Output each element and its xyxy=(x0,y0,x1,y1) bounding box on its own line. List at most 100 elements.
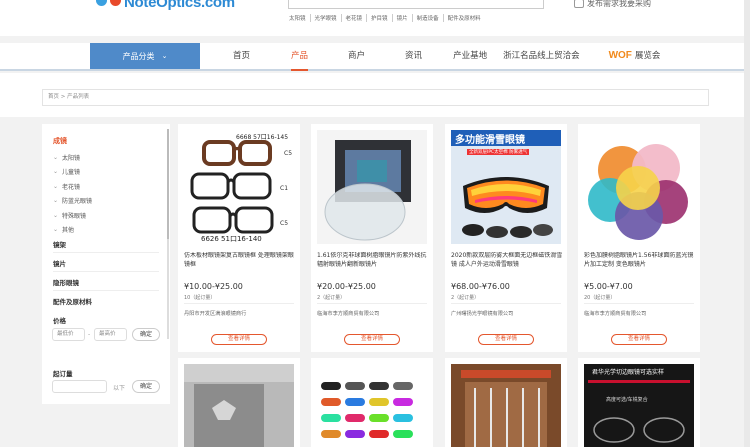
view-details-button[interactable]: 查看详情 xyxy=(344,334,400,345)
min-price-input[interactable]: 最低价 xyxy=(52,328,85,341)
hot-word[interactable]: 护目镜 xyxy=(366,14,392,22)
chevron-down-icon: ⌄ xyxy=(53,211,59,219)
sidebar-item-label: 防蓝光眼镜 xyxy=(62,198,93,206)
chevron-down-icon: ⌄ xyxy=(53,226,59,234)
nav-home[interactable]: 首页 xyxy=(233,43,250,69)
divider xyxy=(184,303,294,304)
chevron-down-icon: ⌄ xyxy=(53,153,59,161)
sidebar-heading-finished-glasses[interactable]: 成镜 xyxy=(53,136,67,146)
view-details-button[interactable]: 查看详情 xyxy=(211,334,267,345)
product-image[interactable] xyxy=(184,364,294,447)
price-separator: - xyxy=(88,331,91,338)
product-card[interactable] xyxy=(445,358,567,447)
post-request-link[interactable]: 发布需求我要采购 xyxy=(574,0,651,9)
chevron-down-icon: ⌄ xyxy=(161,52,168,60)
nav-expo[interactable]: WOF 展览会 xyxy=(609,43,661,69)
filter-sidebar: 成镜 ⌄ 太阳镜 ⌄ 儿童镜 ⌄ 老花镜 ⌄ 防蓝光眼镜 ⌄ 特殊眼镜 ⌄ 其他 镜架 镜片… xyxy=(42,124,170,404)
category-button[interactable]: 产品分类 ⌄ xyxy=(90,43,200,69)
hot-word[interactable]: 太阳镜 xyxy=(289,14,310,22)
search-input[interactable] xyxy=(288,0,544,9)
sidebar-item-label: 其他 xyxy=(62,227,75,235)
price-filter-label: 价格 xyxy=(53,317,66,325)
product-shop[interactable]: 临海市李方顺商贸有限公司 xyxy=(584,310,646,317)
logo-text: NoteOptics.com xyxy=(124,0,235,11)
nav-products[interactable]: 产品 xyxy=(291,43,309,71)
sidebar-item-label: 儿童镜 xyxy=(62,169,81,177)
moq-suffix: 以下 xyxy=(113,385,126,392)
product-card[interactable]: 6668 57口16-145 6626 51口16-140 C5 C1 C5 仿… xyxy=(178,124,300,352)
sidebar-scrollbar[interactable] xyxy=(167,129,169,339)
chevron-down-icon: ⌄ xyxy=(53,168,59,176)
product-moq: 2（起订量） xyxy=(317,295,346,301)
sidebar-item[interactable]: ⌄ 其他 xyxy=(53,223,92,238)
product-title[interactable]: 仿木板材眼镜架复古眼镜框 处理眼镜架眼镜框 xyxy=(184,252,296,278)
hot-word[interactable]: 老花镜 xyxy=(340,14,367,22)
hot-words: 太阳镜 光学眼镜 老花镜 护目镜 镜片 制造设备 配件及原材料 xyxy=(289,14,485,22)
product-price: ¥20.00-¥25.00 xyxy=(317,282,376,291)
chevron-down-icon: ⌄ xyxy=(53,182,59,190)
product-image[interactable] xyxy=(451,364,561,447)
product-title[interactable]: 1.61依尔克非球面树脂眼镜片防紫外线抗辐射眼镜片翻新眼镜片 xyxy=(317,252,429,278)
product-card[interactable]: 多功能滑雪眼镜 全新双层IPC太空棉 防雾透气 2020新款双层防雾大框面无边框… xyxy=(445,124,567,352)
hot-word[interactable]: 光学眼镜 xyxy=(309,14,341,22)
product-card[interactable] xyxy=(178,358,300,447)
view-details-button[interactable]: 查看详情 xyxy=(478,334,534,345)
sidebar-item[interactable]: ⌄ 老花镜 xyxy=(53,179,92,194)
product-card[interactable]: 1.61依尔克非球面树脂眼镜片防紫外线抗辐射眼镜片翻新眼镜片 ¥20.00-¥2… xyxy=(311,124,433,352)
product-title[interactable]: 彩色加膜树脂眼镜片1.56非球面防蓝光镜片加工定制 变色眼镜片 xyxy=(584,252,696,278)
price-confirm-button[interactable]: 确定 xyxy=(132,328,160,341)
view-details-button[interactable]: 查看详情 xyxy=(611,334,667,345)
product-image-colored-lenses[interactable] xyxy=(584,130,694,244)
sidebar-item[interactable]: ⌄ 儿童镜 xyxy=(53,165,92,180)
sidebar-category-lenses[interactable]: 镜片 xyxy=(53,258,66,268)
moq-confirm-button[interactable]: 确定 xyxy=(132,380,160,393)
max-price-input[interactable]: 最高价 xyxy=(94,328,127,341)
product-shop[interactable]: 临海市李方顺商贸有限公司 xyxy=(317,310,379,317)
divider xyxy=(317,303,427,304)
product-moq: 2（起订量） xyxy=(451,295,480,301)
nav-merchants[interactable]: 商户 xyxy=(348,43,365,69)
product-card[interactable]: 彩色加膜树脂眼镜片1.56非球面防蓝光镜片加工定制 变色眼镜片 ¥5.00-¥7… xyxy=(578,124,700,352)
sidebar-category-accessories[interactable]: 配件及原材料 xyxy=(53,296,92,306)
product-image-frames[interactable]: 6668 57口16-145 6626 51口16-140 C5 C1 C5 xyxy=(184,130,294,244)
nav-online-fair[interactable]: 浙江名品线上贸洽会 xyxy=(503,43,580,69)
product-image-ski-goggles[interactable]: 多功能滑雪眼镜 全新双层IPC太空棉 防雾透气 xyxy=(451,130,561,244)
moq-filter-label: 起订量 xyxy=(53,370,73,378)
product-card[interactable]: 君华光学切边眼镜可选实样 高度可选/车铣复合 xyxy=(578,358,700,447)
main-nav: 产品分类 ⌄ 首页 产品 商户 资讯 产业基地 浙江名品线上贸洽会 WOF 展览… xyxy=(0,43,750,71)
product-shop[interactable]: 广州曙扬光学眼镜有限公司 xyxy=(451,310,513,317)
sidebar-item[interactable]: ⌄ 特殊眼镜 xyxy=(53,208,92,223)
wof-logo: WOF xyxy=(608,50,632,61)
chevron-down-icon: ⌄ xyxy=(53,197,59,205)
hot-word[interactable]: 配件及原材料 xyxy=(442,14,485,22)
product-image-lens[interactable] xyxy=(317,130,427,244)
scrollbar-thumb[interactable] xyxy=(167,129,169,239)
product-card[interactable] xyxy=(311,358,433,447)
nav-industry-base[interactable]: 产业基地 xyxy=(453,43,487,69)
product-image[interactable] xyxy=(317,364,427,447)
moq-input[interactable] xyxy=(52,380,107,393)
hot-word[interactable]: 制造设备 xyxy=(411,14,443,22)
hot-word[interactable]: 镜片 xyxy=(391,14,412,22)
nav-news[interactable]: 资讯 xyxy=(405,43,422,69)
product-image[interactable]: 君华光学切边眼镜可选实样 高度可选/车铣复合 xyxy=(584,364,694,447)
sidebar-item[interactable]: ⌄ 防蓝光眼镜 xyxy=(53,194,92,209)
image-mark: C5 xyxy=(284,150,293,157)
site-logo[interactable]: NoteOptics.com xyxy=(96,0,235,11)
sidebar-category-frames[interactable]: 镜架 xyxy=(53,239,66,249)
cart-icon xyxy=(574,0,584,8)
sidebar-item[interactable]: ⌄ 太阳镜 xyxy=(53,150,92,165)
image-caption-top: 6668 57口16-145 xyxy=(236,134,289,141)
divider xyxy=(584,303,694,304)
glasses-logo-icon xyxy=(96,0,122,10)
product-price: ¥5.00-¥7.00 xyxy=(584,282,633,291)
product-title[interactable]: 2020新款双层防雾大框面无边框磁铁滑雪镜 成人户外运动滑雪眼镜 xyxy=(451,252,563,278)
image-caption-bottom: 6626 51口16-140 xyxy=(201,235,262,243)
sidebar-category-contact-lenses[interactable]: 隐形眼镜 xyxy=(53,277,79,287)
page-scrollbar[interactable] xyxy=(744,0,750,447)
product-shop[interactable]: 丹阳市开发区满浪眼镜商行 xyxy=(184,310,246,317)
product-moq: 10（起订量） xyxy=(184,295,216,301)
divider xyxy=(53,290,159,291)
product-price: ¥68.00-¥76.00 xyxy=(451,282,510,291)
nav-expo-label: 展览会 xyxy=(634,51,661,61)
